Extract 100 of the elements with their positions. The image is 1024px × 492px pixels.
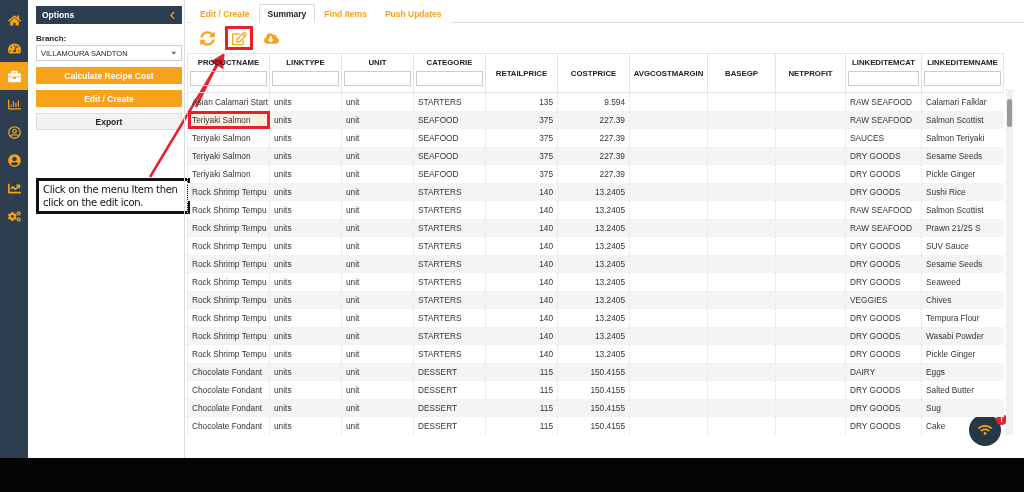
table-cell: RAW SEAFOOD	[845, 111, 922, 129]
gauge-icon	[7, 41, 21, 55]
options-title: Options	[42, 10, 75, 20]
table-cell: units	[269, 327, 342, 345]
refresh-icon	[199, 30, 215, 46]
table-cell: STARTERS	[413, 255, 486, 273]
table-cell: units	[269, 147, 342, 165]
briefcase-icon	[7, 69, 21, 83]
branch-label: Branch:	[36, 34, 68, 43]
table-cell: 140	[485, 327, 558, 345]
signal-icon	[978, 423, 992, 437]
filter-field[interactable]	[190, 71, 267, 86]
table-cell: DRY GOODS	[845, 147, 922, 165]
table-cell: STARTERS	[413, 291, 486, 309]
table-cell: units	[269, 183, 342, 201]
table-cell: Sesame Seeds	[921, 255, 1004, 273]
table-cell: Sesame Seeds	[921, 147, 1004, 165]
table-cell: 150.4155	[557, 399, 630, 417]
table-cell: DRY GOODS	[845, 183, 922, 201]
gears-icon	[7, 209, 21, 223]
table-cell: STARTERS	[413, 327, 486, 345]
table-cell: Rock Shrimp Tempu	[187, 291, 270, 309]
table-cell: units	[269, 111, 342, 129]
table-cell: units	[269, 255, 342, 273]
table-cell: unit	[341, 255, 414, 273]
table-cell: 375	[485, 111, 558, 129]
table-cell: unit	[341, 111, 414, 129]
filter-field[interactable]	[848, 71, 919, 86]
table-cell: 13.2405	[557, 291, 630, 309]
table-cell: 150.4155	[557, 417, 630, 435]
table-cell: 375	[485, 147, 558, 165]
table-cell: STARTERS	[413, 219, 486, 237]
tab[interactable]: Summary	[258, 4, 316, 23]
edit-button[interactable]	[225, 26, 253, 50]
table-cell: 115	[485, 399, 558, 417]
edit-icon	[231, 30, 247, 46]
table-cell: DRY GOODS	[845, 327, 922, 345]
table-cell: Salmon Scottist	[921, 111, 1004, 129]
table-cell: DESSERT	[413, 399, 486, 417]
table-cell: Chocolate Fondant	[187, 363, 270, 381]
table-cell: Wasabi Powder	[921, 327, 1004, 345]
table-cell: units	[269, 417, 342, 435]
table-cell: unit	[341, 399, 414, 417]
table-cell: Rock Shrimp Tempu	[187, 255, 270, 273]
user-icon	[7, 153, 21, 167]
collapse-icon[interactable]	[167, 10, 176, 20]
table-cell: 115	[485, 417, 558, 435]
export-button[interactable]: Export	[36, 113, 182, 130]
scrollbar[interactable]	[1006, 89, 1013, 435]
table-cell: RAW SEAFOOD	[845, 219, 922, 237]
table-cell: unit	[341, 147, 414, 165]
filter-field[interactable]	[416, 71, 483, 86]
table-cell: 227.39	[557, 147, 630, 165]
table-cell: Teriyaki Salmon	[187, 111, 270, 129]
table-cell: VEGGIES	[845, 291, 922, 309]
table-cell: unit	[341, 291, 414, 309]
table-cell: units	[269, 219, 342, 237]
table-cell: DRY GOODS	[845, 255, 922, 273]
table-cell: SEAFOOD	[413, 111, 486, 129]
table-cell: unit	[341, 327, 414, 345]
table-cell: unit	[341, 183, 414, 201]
table-cell: DESSERT	[413, 363, 486, 381]
home-icon	[7, 13, 21, 27]
filter-field[interactable]	[344, 71, 411, 86]
table-cell: units	[269, 291, 342, 309]
table-cell: unit	[341, 417, 414, 435]
table-cell: Rock Shrimp Tempu	[187, 219, 270, 237]
table-cell: 13.2405	[557, 219, 630, 237]
table-cell: Chocolate Fondant	[187, 417, 270, 435]
table-cell: 140	[485, 183, 558, 201]
table-cell: STARTERS	[413, 183, 486, 201]
callout-text: Click on the menu Item then click on the edit icon.	[36, 178, 190, 214]
notification-badge: !	[996, 414, 1007, 425]
table-cell: unit	[341, 363, 414, 381]
filter-field[interactable]	[272, 71, 339, 86]
bar-chart-icon	[7, 97, 21, 111]
table-cell: units	[269, 363, 342, 381]
table-cell: Eggs	[921, 363, 1004, 381]
table-cell: Prawn 21/25 S	[921, 219, 1004, 237]
table-cell: Chocolate Fondant	[187, 399, 270, 417]
line-chart-icon	[7, 181, 21, 195]
table-cell: Teriyaki Salmon	[187, 147, 270, 165]
table-cell: DESSERT	[413, 417, 486, 435]
table-cell: DAIRY	[845, 363, 922, 381]
table-cell: 140	[485, 219, 558, 237]
table-cell: 115	[485, 363, 558, 381]
table-cell: 227.39	[557, 111, 630, 129]
table-cell: 13.2405	[557, 255, 630, 273]
table-cell: unit	[341, 219, 414, 237]
table-cell: 13.2405	[557, 327, 630, 345]
table-cell: 140	[485, 291, 558, 309]
table-cell: Sushi Rice	[921, 183, 1004, 201]
table-cell: 140	[485, 255, 558, 273]
table-cell: DRY GOODS	[845, 417, 922, 435]
table-cell: Rock Shrimp Tempu	[187, 327, 270, 345]
table-cell: 13.2405	[557, 183, 630, 201]
table-cell: SEAFOOD	[413, 147, 486, 165]
filter-field[interactable]	[924, 71, 1001, 86]
table-cell: 150.4155	[557, 363, 630, 381]
table-cell: DRY GOODS	[845, 399, 922, 417]
